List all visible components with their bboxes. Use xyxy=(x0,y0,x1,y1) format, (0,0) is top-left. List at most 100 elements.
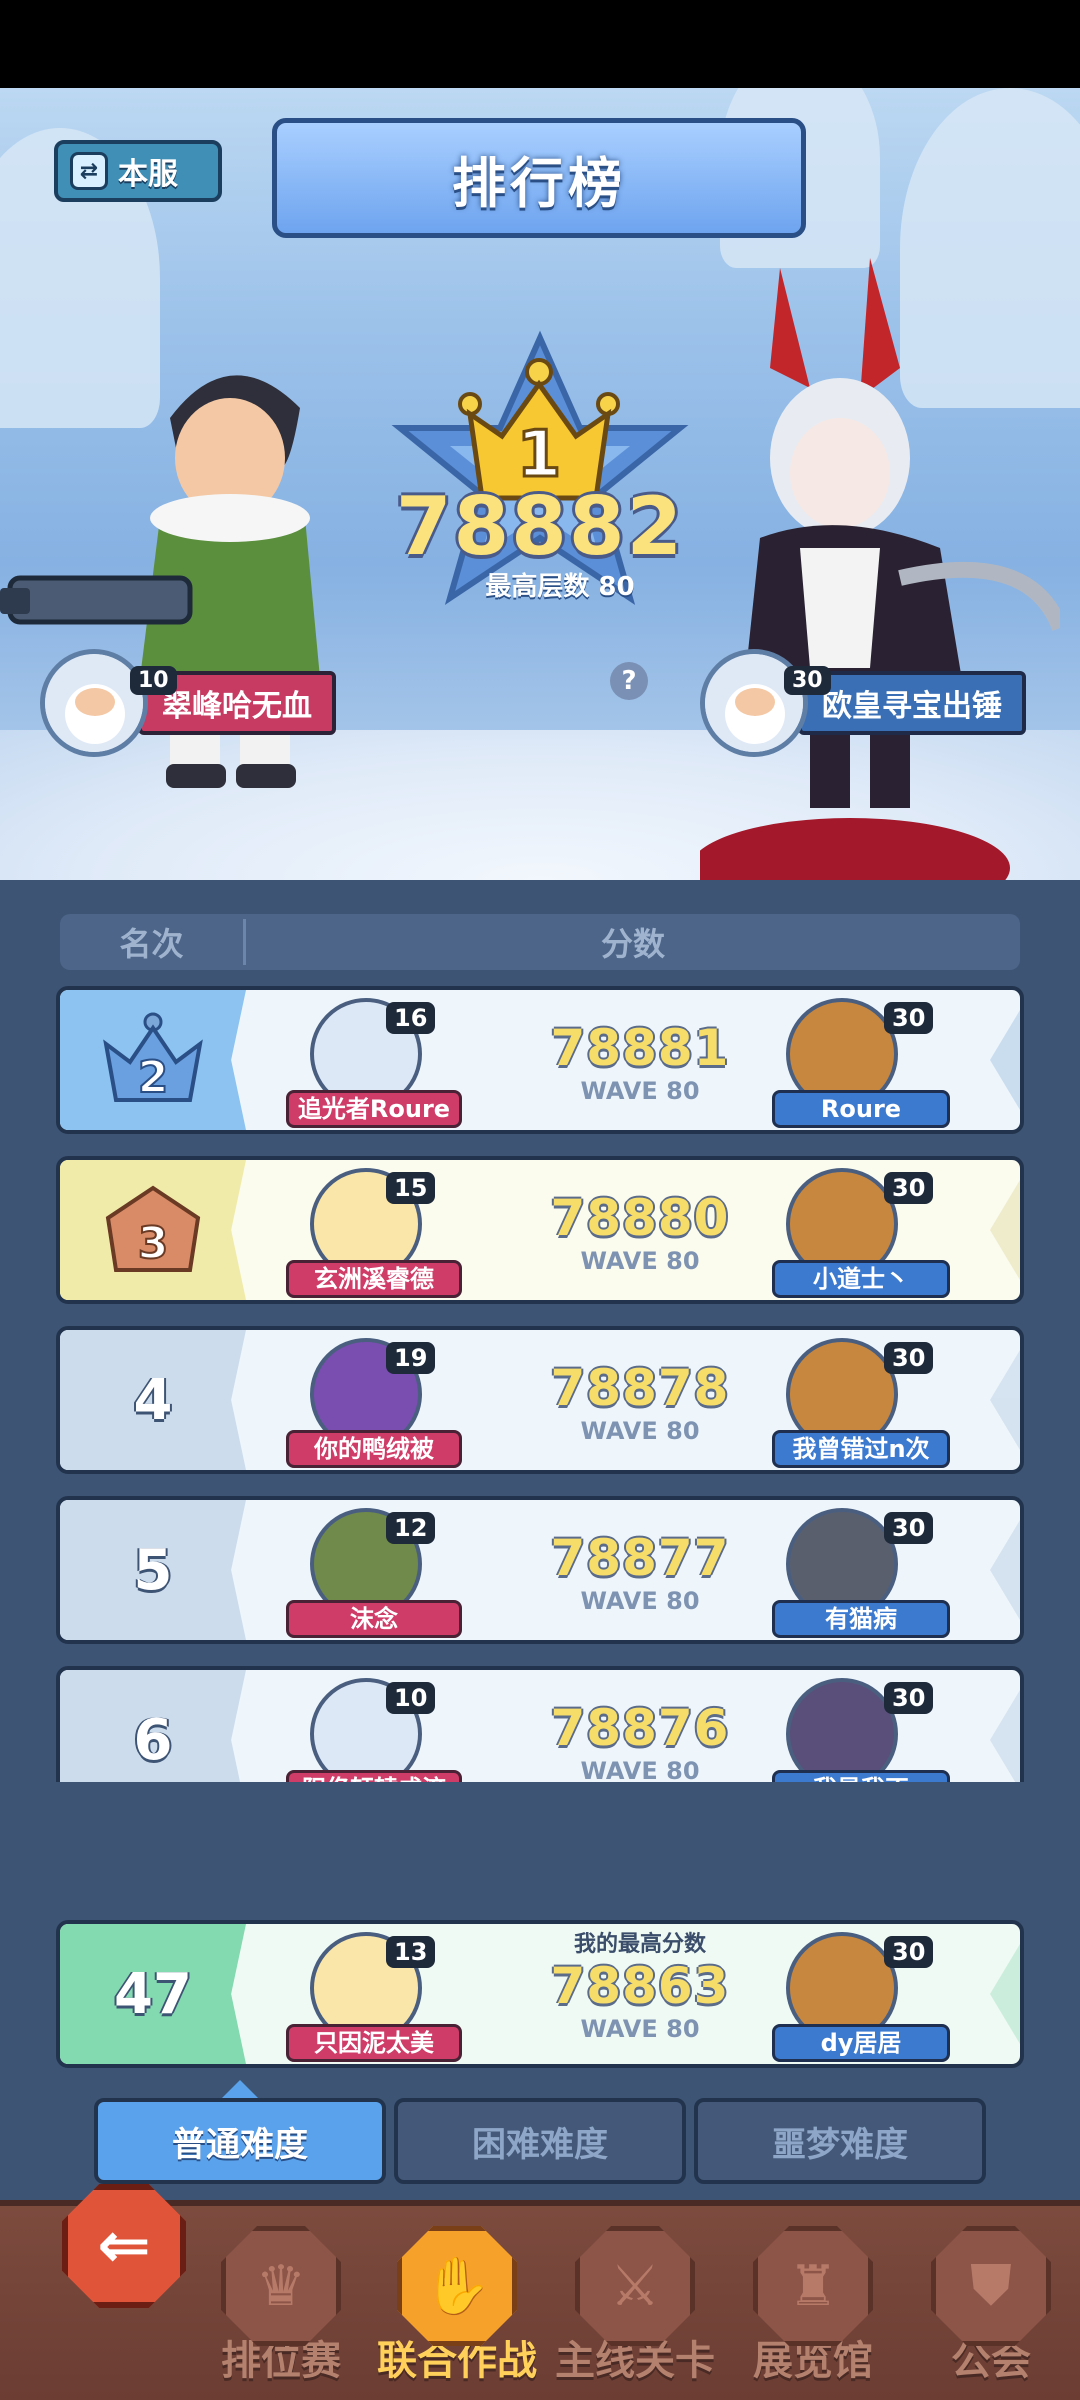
top-player-tag[interactable]: 10 翠峰哈无血 xyxy=(40,649,336,757)
difficulty-tabs: 普通难度 困难难度 噩梦难度 xyxy=(94,2098,986,2184)
player-level: 16 xyxy=(386,1002,436,1034)
partner-level: 30 xyxy=(884,1936,934,1968)
partner-slot[interactable]: 30 小道士丶 xyxy=(772,1168,954,1298)
partner-slot[interactable]: 30 我是我不 xyxy=(772,1678,954,1782)
my-ranking-row[interactable]: 47 13 只因泥太美 我的最高分数 78863 WAVE 80 30 dy居居 xyxy=(56,1920,1024,2068)
score-cell: 78881 WAVE 80 xyxy=(510,1020,770,1106)
rank-number: 2 xyxy=(138,1052,169,1103)
tab-pointer xyxy=(222,2080,258,2098)
score-cell: 我的最高分数 78863 WAVE 80 xyxy=(510,1932,770,2044)
player-slot[interactable]: 12 沫念 xyxy=(286,1508,462,1638)
score-cell: 78880 WAVE 80 xyxy=(510,1190,770,1276)
rank-number: 5 xyxy=(133,1537,173,1603)
ranking-panel: 名次 分数 2 16 追光者Roure 78881 WAVE 80 30 Rou… xyxy=(0,880,1080,2200)
bronze-badge-icon: 3 xyxy=(105,1185,201,1272)
partner-name: 我是我不 xyxy=(772,1770,950,1782)
score-cell: 78877 WAVE 80 xyxy=(510,1530,770,1616)
partner-slot[interactable]: 30 Roure xyxy=(772,998,954,1128)
ranking-row[interactable]: 5 12 沫念 78877 WAVE 80 30 有猫病 xyxy=(56,1496,1024,1644)
rank-cell: 47 xyxy=(60,1924,246,2064)
server-toggle-button[interactable]: ⇄ 本服 xyxy=(54,140,222,202)
top-score: 78882 xyxy=(395,480,685,573)
chevron-left-icon xyxy=(990,1350,1020,1450)
tab-nightmare[interactable]: 噩梦难度 xyxy=(694,2098,986,2184)
my-rank-number: 47 xyxy=(114,1961,192,2027)
player-level: 19 xyxy=(386,1342,436,1374)
handshake-icon: ✋ xyxy=(397,2226,517,2346)
partner-name: 有猫病 xyxy=(772,1600,950,1638)
chevron-left-icon xyxy=(990,1010,1020,1110)
score-value: 78863 xyxy=(550,1957,730,2015)
top-floor-text: 最高层数 80 xyxy=(485,572,635,602)
score-cell: 78876 WAVE 80 xyxy=(510,1700,770,1782)
wave-value: WAVE 80 xyxy=(580,1417,700,1445)
chevron-left-icon xyxy=(990,1520,1020,1620)
score-value: 78876 xyxy=(550,1699,730,1757)
rank-number: 4 xyxy=(133,1367,173,1433)
partner-level: 30 xyxy=(884,1002,934,1034)
back-button[interactable]: ⇐ xyxy=(62,2184,186,2308)
player-name: 追光者Roure xyxy=(286,1090,462,1128)
ranking-row[interactable]: 2 16 追光者Roure 78881 WAVE 80 30 Roure xyxy=(56,986,1024,1134)
player-name: 只因泥太美 xyxy=(286,2024,462,2062)
player-name: 沫念 xyxy=(286,1600,462,1638)
partner-slot[interactable]: 30 我曾错过n次 xyxy=(772,1338,954,1468)
chevron-left-icon xyxy=(990,1180,1020,1280)
partner-level: 30 xyxy=(884,1172,934,1204)
rank-cell: 2 xyxy=(60,990,246,1130)
wave-value: WAVE 80 xyxy=(580,2015,700,2043)
partner-avatar xyxy=(786,1678,898,1782)
rank-cell: 4 xyxy=(60,1330,246,1470)
player-name: 你的鸭绒被 xyxy=(286,1430,462,1468)
column-header: 名次 分数 xyxy=(60,914,1020,970)
rank-cell: 3 xyxy=(60,1160,246,1300)
wave-value: WAVE 80 xyxy=(580,1247,700,1275)
wizard-avatar-icon xyxy=(45,654,143,752)
score-value: 78880 xyxy=(550,1189,730,1247)
ranking-row[interactable]: 6 10 阳佟轩辕成济 78876 WAVE 80 30 我是我不 xyxy=(56,1666,1024,1782)
tab-hard[interactable]: 困难难度 xyxy=(394,2098,686,2184)
partner-level: 30 xyxy=(884,1682,934,1714)
player-slot[interactable]: 19 你的鸭绒被 xyxy=(286,1338,462,1468)
ranking-row[interactable]: 4 19 你的鸭绒被 78878 WAVE 80 30 我曾错过n次 xyxy=(56,1326,1024,1474)
player-slot[interactable]: 16 追光者Roure xyxy=(286,998,462,1128)
wave-value: WAVE 80 xyxy=(580,1757,700,1782)
player-level: 10 xyxy=(386,1682,436,1714)
player-level: 13 xyxy=(386,1936,436,1968)
nav-gallery[interactable]: ♜ 展览馆 xyxy=(728,2226,898,2400)
nav-guild[interactable]: ⛊ 公会 xyxy=(906,2226,1076,2400)
ranking-list[interactable]: 2 16 追光者Roure 78881 WAVE 80 30 Roure 3 1… xyxy=(56,986,1024,1782)
partner-level: 30 xyxy=(884,1342,934,1374)
shield-icon: ⛊ xyxy=(931,2226,1051,2346)
partner-level: 30 xyxy=(784,666,831,695)
title-banner: 排行榜 xyxy=(272,118,806,238)
help-icon[interactable]: ? xyxy=(610,662,648,700)
rank-number: 3 xyxy=(138,1218,169,1269)
player-slot[interactable]: 15 玄洲溪睿德 xyxy=(286,1168,462,1298)
partner-name: Roure xyxy=(772,1090,950,1128)
tab-normal[interactable]: 普通难度 xyxy=(94,2098,386,2184)
player-slot[interactable]: 13 只因泥太美 xyxy=(286,1932,462,2062)
partner-slot[interactable]: 30 有猫病 xyxy=(772,1508,954,1638)
player-level: 15 xyxy=(386,1172,436,1204)
player-name: 阳佟轩辕成济 xyxy=(286,1770,462,1782)
swap-icon: ⇄ xyxy=(70,152,108,190)
partner-level: 30 xyxy=(884,1512,934,1544)
player-level: 10 xyxy=(130,666,177,695)
crown-badge-icon: 2 xyxy=(103,1012,203,1104)
nav-ranked[interactable]: ♛ 排位赛 xyxy=(196,2226,366,2400)
ranking-row[interactable]: 3 15 玄洲溪睿德 78880 WAVE 80 30 小道士丶 xyxy=(56,1156,1024,1304)
top-partner-tag[interactable]: 30 欧皇寻宝出锤 xyxy=(700,649,1026,757)
score-value: 78877 xyxy=(550,1529,730,1587)
player-slot[interactable]: 10 阳佟轩辕成济 xyxy=(286,1678,462,1782)
partner-slot[interactable]: 30 dy居居 xyxy=(772,1932,954,2062)
player-name: 玄洲溪睿德 xyxy=(286,1260,462,1298)
trophy-icon: ♛ xyxy=(221,2226,341,2346)
nav-coop[interactable]: ✋ 联合作战 xyxy=(372,2226,542,2400)
gun-icon xyxy=(0,575,193,625)
column-rank: 名次 xyxy=(60,919,246,965)
nav-main-stage[interactable]: ⚔ 主线关卡 xyxy=(550,2226,720,2400)
partner-name: 我曾错过n次 xyxy=(772,1430,950,1468)
arrow-back-icon: ⇐ xyxy=(97,2209,151,2283)
chevron-left-icon xyxy=(990,1944,1020,2044)
